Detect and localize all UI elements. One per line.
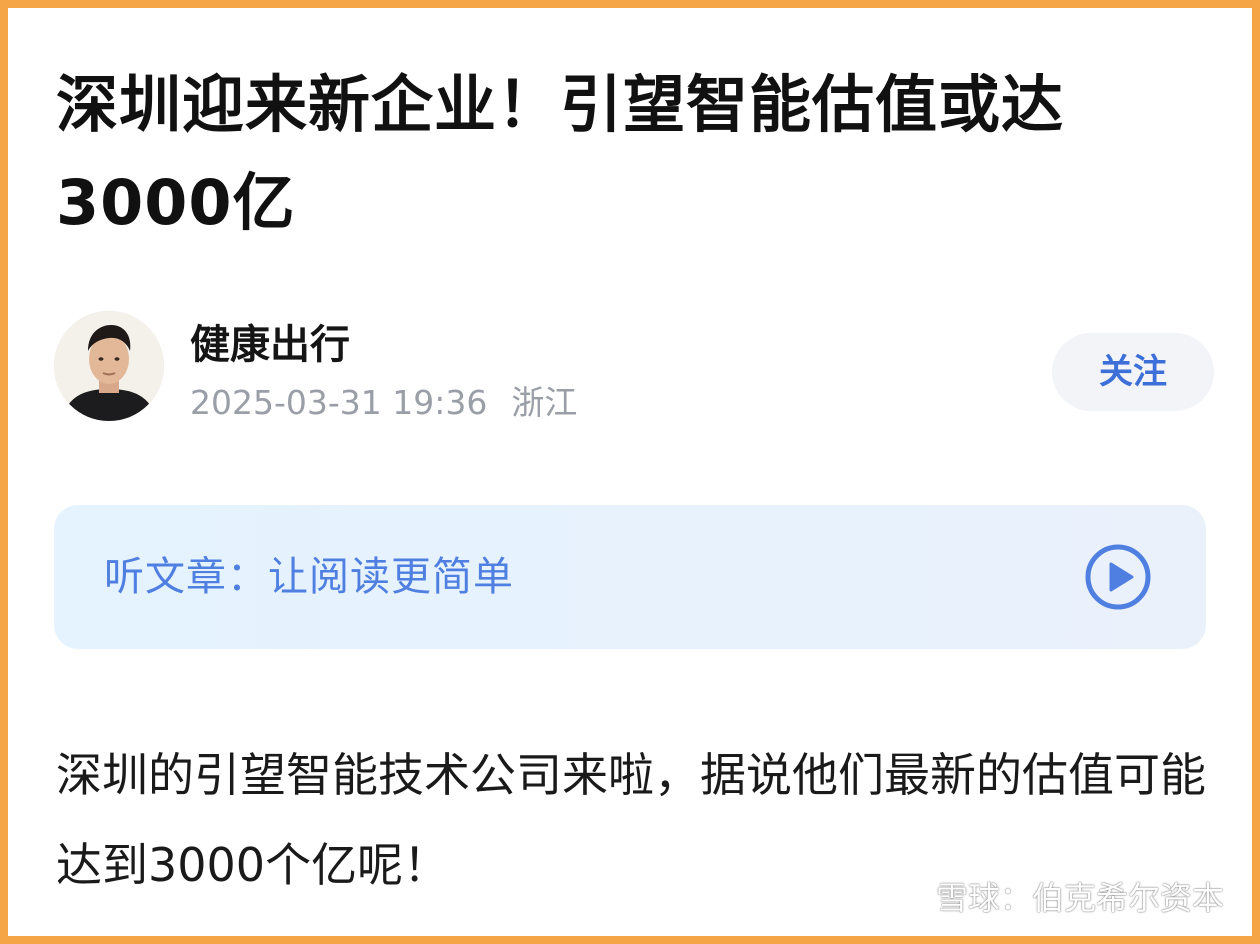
follow-button[interactable]: 关注 <box>1052 333 1214 411</box>
author-avatar[interactable] <box>54 311 164 421</box>
post-meta: 2025-03-31 19:36 浙江 <box>190 381 577 425</box>
author-row: 健康出行 2025-03-31 19:36 浙江 关注 <box>54 311 1214 422</box>
watermark-text: 雪球：伯克希尔资本 <box>935 879 1224 917</box>
article-page: 深圳迎来新企业！引望智能估值或达3000亿 健康出行 2025-03-31 19… <box>0 0 1260 944</box>
post-timestamp: 2025-03-31 19:36 <box>190 383 488 422</box>
post-location: 浙江 <box>511 383 578 422</box>
listen-article-label: 听文章：让阅读更简单 <box>104 554 514 600</box>
snowball-logo-icon <box>887 879 925 917</box>
play-circle-icon[interactable] <box>1084 543 1152 611</box>
article-title: 深圳迎来新企业！引望智能估值或达3000亿 <box>56 68 1065 239</box>
author-name[interactable]: 健康出行 <box>190 317 350 373</box>
watermark: 雪球：伯克希尔资本 <box>886 878 1224 918</box>
listen-article-bar[interactable]: 听文章：让阅读更简单 <box>54 505 1206 649</box>
person-avatar-icon <box>54 311 164 421</box>
